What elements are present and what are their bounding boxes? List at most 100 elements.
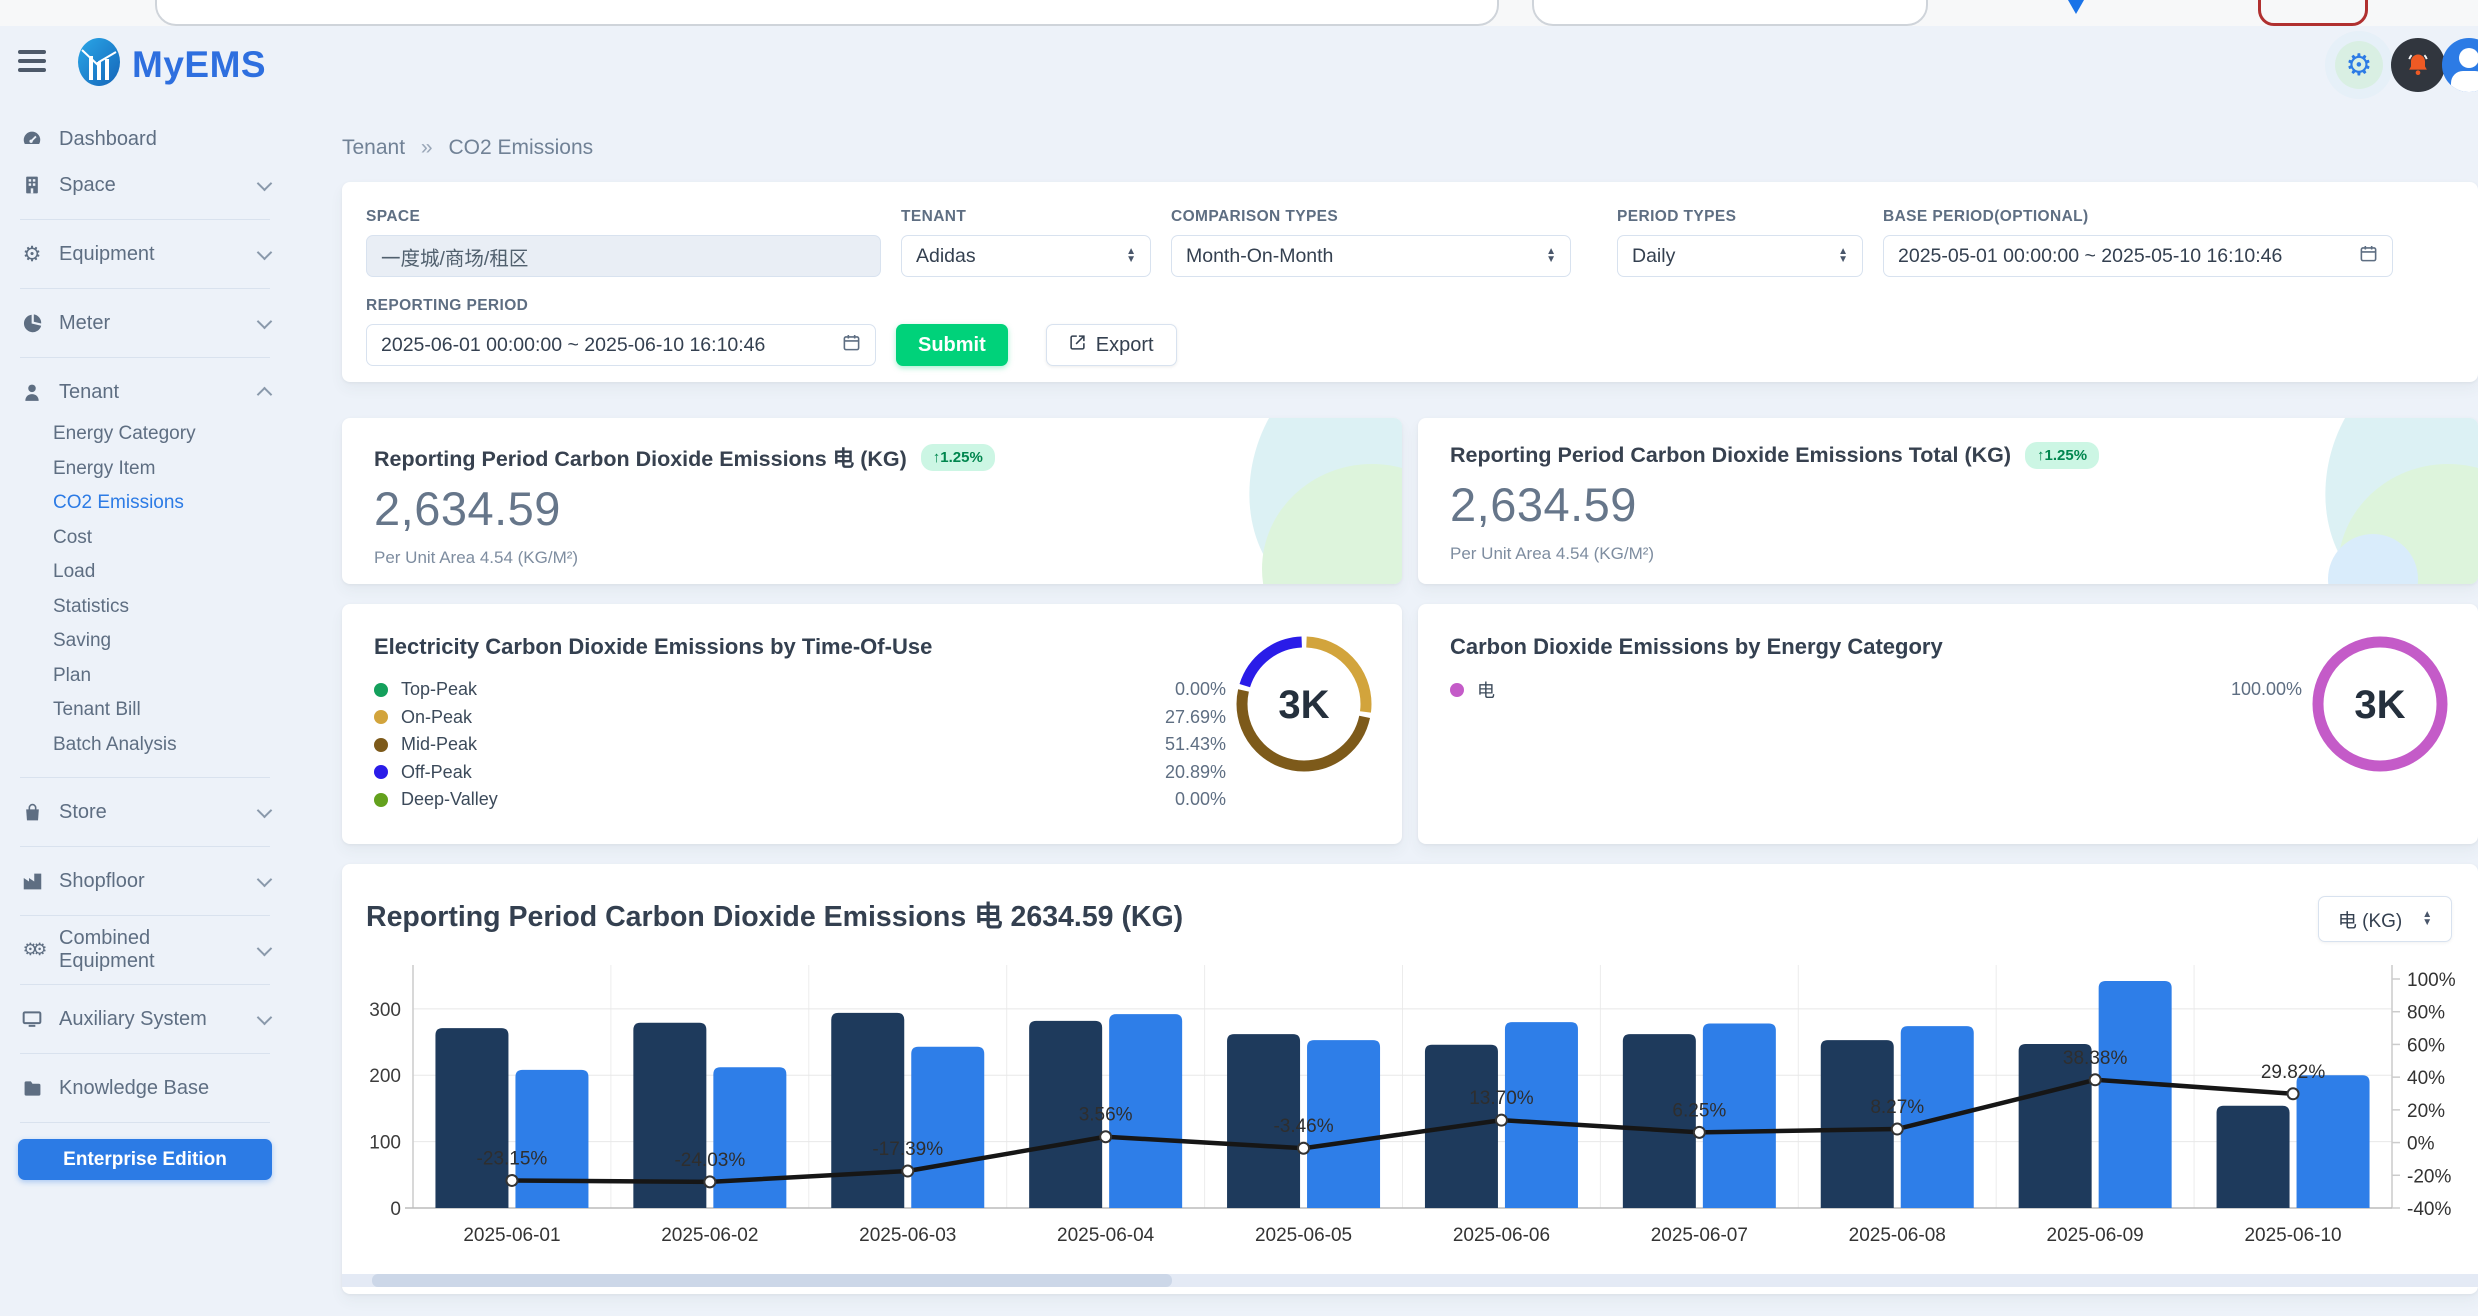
change-line-label: -24.03% [674,1150,745,1171]
calendar-icon [2359,244,2378,269]
chevron-down-icon [257,1009,273,1025]
sidebar-divider [20,288,270,289]
sidebar-item-co2-emissions[interactable]: CO2 Emissions [0,486,290,521]
unit-select[interactable]: 电 (KG) ▲▼ [2318,896,2452,942]
stat-card-value: 2,634.59 [1450,477,2446,532]
breadcrumb: Tenant » CO2 Emissions [342,136,2478,160]
comparison-types-select[interactable]: Month-On-Month ▲▼ [1171,235,1571,277]
legend-item[interactable]: Off-Peak20.89% [374,759,1226,787]
donut-card-title: Electricity Carbon Dioxide Emissions by … [374,634,1370,660]
legend-dot-icon [374,765,388,779]
sidebar-item-store[interactable]: Store [0,789,290,835]
browser-toolbar [0,0,2478,27]
svg-text:2025-06-09: 2025-06-09 [2047,1225,2144,1246]
reporting-period-input[interactable]: 2025-06-01 00:00:00 ~ 2025-06-10 16:10:4… [366,324,876,366]
sidebar-item-auxiliary-system[interactable]: Auxiliary System [0,996,290,1042]
sidebar-item-load[interactable]: Load [0,555,290,590]
enterprise-edition-button[interactable]: Enterprise Edition [18,1139,272,1180]
sidebar-item-shopfloor[interactable]: Shopfloor [0,858,290,904]
tou-donut-chart: 3K [1224,624,1384,789]
export-button[interactable]: Export [1046,324,1177,366]
sidebar-item-cost[interactable]: Cost [0,521,290,556]
base-period-label: BASE PERIOD(OPTIONAL) [1883,208,2393,226]
external-link-icon [1069,334,1086,357]
change-line-marker [2288,1088,2299,1099]
sidebar-item-label: Tenant [59,381,119,404]
sidebar-item-label: Store [59,801,107,824]
sidebar-item-tenant[interactable]: Tenant [0,369,290,415]
user-avatar[interactable] [2442,38,2478,92]
legend-label: Top-Peak [401,679,477,700]
chart-scrollbar-thumb[interactable] [372,1274,1172,1287]
svg-text:3K: 3K [1278,683,1329,727]
sidebar-item-batch-analysis[interactable]: Batch Analysis [0,728,290,763]
donut-legend: 电100.00% [1450,676,2302,704]
sidebar-item-space[interactable]: Space [0,162,290,208]
sidebar-item-tenant-bill[interactable]: Tenant Bill [0,693,290,728]
chart-scrollbar-track[interactable] [342,1274,2478,1287]
hamburger-menu-icon[interactable] [18,50,48,78]
sidebar-item-label: Knowledge Base [59,1077,209,1100]
submit-button[interactable]: Submit [896,324,1008,366]
sidebar-item-label: Dashboard [59,128,157,151]
legend-label: On-Peak [401,707,472,728]
legend-item[interactable]: 电100.00% [1450,676,2302,704]
stat-card-value: 2,634.59 [374,481,1370,536]
sidebar-item-label: Shopfloor [59,870,145,893]
sidebar-item-plan[interactable]: Plan [0,659,290,694]
period-types-select[interactable]: Daily ▲▼ [1617,235,1863,277]
svg-text:40%: 40% [2407,1068,2445,1089]
svg-text:2025-06-07: 2025-06-07 [1651,1225,1748,1246]
svg-text:2025-06-06: 2025-06-06 [1453,1225,1550,1246]
sidebar-item-energy-category[interactable]: Energy Category [0,417,290,452]
legend-percentage: 100.00% [2231,679,2302,700]
base-period-input[interactable]: 2025-05-01 00:00:00 ~ 2025-05-10 16:10:4… [1883,235,2393,277]
main-content: Tenant » CO2 Emissions SPACE 一度城/商场/租区 T… [290,104,2478,1316]
select-arrows-icon: ▲▼ [2422,911,2432,927]
chevron-down-icon [257,175,273,191]
sidebar-item-saving[interactable]: Saving [0,624,290,659]
sidebar-divider [20,846,270,847]
breadcrumb-parent[interactable]: Tenant [342,136,405,159]
change-badge: ↑1.25% [2025,442,2099,469]
legend-item[interactable]: Deep-Valley0.00% [374,786,1226,814]
stat-card-electricity: Reporting Period Carbon Dioxide Emission… [342,418,1402,584]
comparison-types-label: COMPARISON TYPES [1171,208,1571,226]
space-input[interactable]: 一度城/商场/租区 [366,235,881,277]
change-line-marker [902,1166,913,1177]
sidebar-divider [20,357,270,358]
change-line-label: 38.38% [2063,1048,2128,1069]
browser-secondary-field[interactable] [1532,0,1928,26]
sidebar-item-combined-equipment[interactable]: ⚙⚙ Combined Equipment [0,927,290,973]
dashboard-icon [20,127,44,151]
legend-percentage: 27.69% [1165,707,1226,728]
chevron-down-icon [257,871,273,887]
sidebar-item-statistics[interactable]: Statistics [0,590,290,625]
svg-text:2025-06-04: 2025-06-04 [1057,1225,1155,1246]
sidebar-item-energy-item[interactable]: Energy Item [0,452,290,487]
browser-address-bar[interactable] [155,0,1499,26]
settings-gear-icon[interactable]: ⚙ [2335,41,2383,89]
legend-label: Off-Peak [401,762,472,783]
change-line-marker [1298,1143,1309,1154]
sidebar-item-knowledge-base[interactable]: Knowledge Base [0,1065,290,1111]
change-line-marker [704,1176,715,1187]
tenant-select[interactable]: Adidas ▲▼ [901,235,1151,277]
legend-item[interactable]: Top-Peak0.00% [374,676,1226,704]
svg-text:3K: 3K [2354,683,2405,727]
sidebar-item-equipment[interactable]: ⚙ Equipment [0,231,290,277]
legend-item[interactable]: On-Peak 27.69% [374,704,1226,732]
space-label: SPACE [366,208,881,226]
browser-red-button[interactable] [2258,0,2368,26]
legend-item[interactable]: Mid-Peak51.43% [374,731,1226,759]
sidebar-item-dashboard[interactable]: Dashboard [0,116,290,162]
breadcrumb-separator: » [421,136,433,159]
sidebar-item-meter[interactable]: Meter [0,300,290,346]
brand-logo[interactable]: MyEMS [76,36,266,93]
chevron-down-icon [257,313,273,329]
sidebar-item-label: Combined Equipment [59,927,244,973]
notification-bell-icon[interactable] [2391,38,2445,92]
sidebar-item-label: Auxiliary System [59,1008,207,1031]
legend-label: Deep-Valley [401,789,498,810]
change-line-label: 29.82% [2261,1062,2326,1083]
